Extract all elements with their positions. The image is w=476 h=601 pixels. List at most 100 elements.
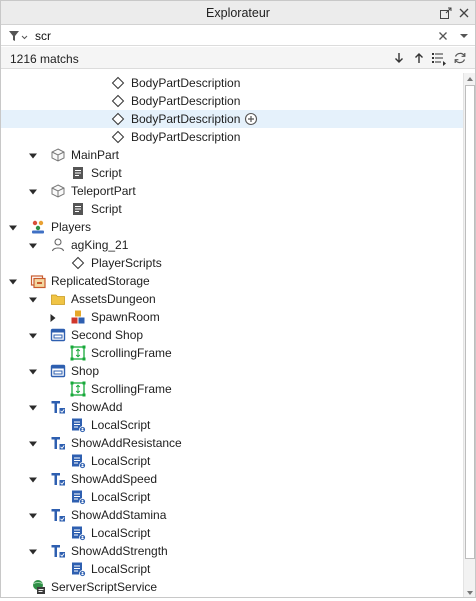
tree-row[interactable]: BodyPartDescription bbox=[1, 92, 463, 110]
tree-row[interactable]: PlayerScripts bbox=[1, 254, 463, 272]
tree-row-label: Players bbox=[51, 220, 92, 234]
tree-row-label: PlayerScripts bbox=[91, 256, 162, 270]
localscript-icon bbox=[70, 561, 86, 577]
script-icon bbox=[70, 201, 86, 217]
tree-row[interactable]: ShowAddStrength bbox=[1, 542, 463, 560]
clear-search-icon[interactable] bbox=[435, 28, 451, 44]
tree-row[interactable]: ShowAdd bbox=[1, 398, 463, 416]
tree-row-label: ScrollingFrame bbox=[91, 382, 172, 396]
previous-match-icon[interactable] bbox=[411, 50, 427, 66]
expand-down-arrow-icon[interactable] bbox=[28, 438, 38, 448]
screengui-icon bbox=[50, 363, 66, 379]
title-bar: Explorateur bbox=[1, 1, 475, 25]
diamond-icon bbox=[110, 111, 126, 127]
vertical-scrollbar[interactable] bbox=[463, 73, 475, 597]
tree-row-label: ScrollingFrame bbox=[91, 346, 172, 360]
tree-row-label: Shop bbox=[71, 364, 100, 378]
player-icon bbox=[50, 237, 66, 253]
players-icon bbox=[30, 219, 46, 235]
search-row bbox=[1, 25, 475, 46]
tree-row-label: BodyPartDescription bbox=[131, 94, 241, 108]
tree-row[interactable]: ServerScriptService bbox=[1, 578, 463, 596]
tree-row-label: AssetsDungeon bbox=[71, 292, 156, 306]
matches-row: 1216 matchs bbox=[1, 47, 475, 69]
expand-down-arrow-icon[interactable] bbox=[28, 402, 38, 412]
close-panel-icon[interactable] bbox=[456, 5, 472, 21]
tree-row-label: MainPart bbox=[71, 148, 120, 162]
folder-icon bbox=[50, 291, 66, 307]
tree-row[interactable]: Shop bbox=[1, 362, 463, 380]
scroll-down-icon[interactable] bbox=[464, 587, 476, 597]
expand-down-arrow-icon[interactable] bbox=[8, 276, 18, 286]
expand-down-arrow-icon[interactable] bbox=[28, 150, 38, 160]
tree-row-label: Script bbox=[91, 202, 122, 216]
tree-row[interactable]: LocalScript bbox=[1, 452, 463, 470]
scrollbar-thumb[interactable] bbox=[465, 85, 475, 559]
tree-row[interactable]: BodyPartDescription bbox=[1, 128, 463, 146]
tree-row[interactable]: BodyPartDescription bbox=[1, 74, 463, 92]
expand-down-arrow-icon[interactable] bbox=[28, 330, 38, 340]
tree-row[interactable]: agKing_21 bbox=[1, 236, 463, 254]
expand-down-arrow-icon[interactable] bbox=[28, 366, 38, 376]
tree-row[interactable]: Players bbox=[1, 218, 463, 236]
textlabel-icon bbox=[50, 471, 66, 487]
tree-row[interactable]: ReplicatedStorage bbox=[1, 272, 463, 290]
expand-down-arrow-icon[interactable] bbox=[8, 222, 18, 232]
undock-icon[interactable] bbox=[438, 5, 454, 21]
tree-row[interactable]: Script bbox=[1, 164, 463, 182]
tree-row-label: LocalScript bbox=[91, 562, 151, 576]
tree-row-label: ShowAdd bbox=[71, 400, 123, 414]
tree-row[interactable]: LocalScript bbox=[1, 560, 463, 578]
list-view-icon[interactable] bbox=[431, 50, 447, 66]
tree-row[interactable]: LocalScript bbox=[1, 416, 463, 434]
refresh-icon[interactable] bbox=[452, 50, 468, 66]
tree-row-label: ReplicatedStorage bbox=[51, 274, 150, 288]
expand-down-arrow-icon[interactable] bbox=[28, 510, 38, 520]
tree-row[interactable]: LocalScript bbox=[1, 488, 463, 506]
diamond-icon bbox=[110, 129, 126, 145]
tree-row-label: LocalScript bbox=[91, 526, 151, 540]
tree-row-label: LocalScript bbox=[91, 490, 151, 504]
script-icon bbox=[70, 165, 86, 181]
search-input[interactable] bbox=[35, 27, 425, 44]
scroll-up-icon[interactable] bbox=[464, 73, 476, 83]
serverscript-icon bbox=[30, 579, 46, 595]
next-match-icon[interactable] bbox=[391, 50, 407, 66]
explorer-tree: BodyPartDescription BodyPartDescription Bo… bbox=[1, 73, 463, 599]
screengui-icon bbox=[50, 327, 66, 343]
tree-row[interactable]: TeleportPart bbox=[1, 182, 463, 200]
expand-down-arrow-icon[interactable] bbox=[28, 294, 38, 304]
tree-row[interactable]: ShowAddSpeed bbox=[1, 470, 463, 488]
tree-row-label: ShowAddStamina bbox=[71, 508, 167, 522]
tree-row[interactable]: SpawnRoom bbox=[1, 308, 463, 326]
diamond-icon bbox=[110, 93, 126, 109]
tree-row[interactable]: ShowAddStamina bbox=[1, 506, 463, 524]
tree-row[interactable]: AssetsDungeon bbox=[1, 290, 463, 308]
tree-row-label: ShowAddSpeed bbox=[71, 472, 158, 486]
filter-icon[interactable] bbox=[7, 28, 29, 44]
textlabel-icon bbox=[50, 435, 66, 451]
expand-down-arrow-icon[interactable] bbox=[28, 474, 38, 484]
tree-row[interactable]: ScrollingFrame bbox=[1, 344, 463, 362]
tree-row[interactable]: ShowAddResistance bbox=[1, 434, 463, 452]
tree-row[interactable]: MainPart bbox=[1, 146, 463, 164]
expand-down-arrow-icon[interactable] bbox=[28, 546, 38, 556]
localscript-icon bbox=[70, 453, 86, 469]
explorer-panel: Explorateur 1216 matchs bbox=[0, 0, 476, 598]
textlabel-icon bbox=[50, 507, 66, 523]
tree-row-label: BodyPartDescription bbox=[131, 130, 241, 144]
tree-row[interactable]: LocalScript bbox=[1, 524, 463, 542]
add-object-icon[interactable] bbox=[244, 112, 258, 126]
tree-row[interactable]: Script bbox=[1, 200, 463, 218]
tree-row[interactable]: ScrollingFrame bbox=[1, 380, 463, 398]
localscript-icon bbox=[70, 489, 86, 505]
search-options-chevron-icon[interactable] bbox=[457, 28, 471, 44]
expand-down-arrow-icon[interactable] bbox=[28, 240, 38, 250]
expand-down-arrow-icon[interactable] bbox=[28, 186, 38, 196]
tree-row[interactable]: BodyPartDescription bbox=[1, 110, 463, 128]
tree-row[interactable]: Second Shop bbox=[1, 326, 463, 344]
tree-row-label: BodyPartDescription bbox=[131, 76, 241, 90]
diamond-icon bbox=[70, 255, 86, 271]
window-title: Explorateur bbox=[206, 6, 270, 20]
collapse-right-arrow-icon[interactable] bbox=[48, 312, 58, 322]
